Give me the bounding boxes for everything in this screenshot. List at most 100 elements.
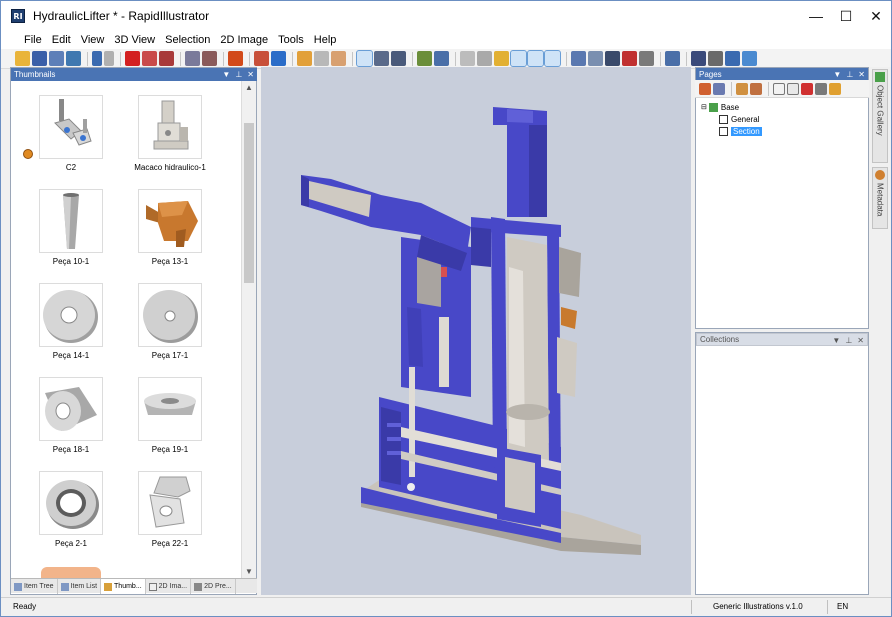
select-arrow-icon[interactable] <box>356 50 373 67</box>
render-icon[interactable] <box>228 51 243 66</box>
cut-icon[interactable] <box>142 51 157 66</box>
dropdown-icon[interactable]: ▼ <box>222 70 230 79</box>
page-icon[interactable] <box>773 82 785 95</box>
metadata-label: Metadata <box>875 183 885 217</box>
remove-icon[interactable] <box>159 51 174 66</box>
camera-icon[interactable] <box>417 51 432 66</box>
3d-viewport[interactable] <box>261 67 691 595</box>
export-icon[interactable] <box>829 82 841 95</box>
video-icon[interactable] <box>691 51 706 66</box>
tree-label: General <box>731 114 760 124</box>
thumbnail-item[interactable]: Peça 13-1 <box>120 189 220 266</box>
lock-icon[interactable] <box>622 51 637 66</box>
add-page-icon[interactable] <box>699 82 711 95</box>
maximize-button[interactable]: ☐ <box>831 1 861 31</box>
tab-item-list[interactable]: Item List <box>58 579 102 594</box>
thumbnail-item[interactable]: Macaco hidraulico-1 <box>120 95 220 172</box>
pin-icon[interactable]: ⊥ <box>846 70 853 79</box>
redo-icon[interactable] <box>104 51 114 66</box>
add-folder-icon[interactable] <box>713 82 725 95</box>
globe-icon[interactable] <box>725 51 740 66</box>
thumbnail-item[interactable]: Peça 22-1 <box>120 471 220 548</box>
tab-metadata[interactable]: Metadata <box>872 167 888 229</box>
paste-icon[interactable] <box>494 51 509 66</box>
print-page-icon[interactable] <box>815 82 827 95</box>
brush-icon[interactable] <box>665 51 680 66</box>
tab-item-tree[interactable]: Item Tree <box>11 579 58 594</box>
components-icon[interactable] <box>254 51 269 66</box>
search-icon[interactable] <box>708 51 723 66</box>
thumbnail-item[interactable]: Peça 19-1 <box>120 377 220 454</box>
menu-2d-image[interactable]: 2D Image <box>215 34 273 46</box>
close-button[interactable]: ✕ <box>861 1 891 31</box>
fit-icon[interactable] <box>639 51 654 66</box>
thumbnail-item[interactable]: Peça 14-1 <box>21 283 121 360</box>
view-icon[interactable] <box>434 51 449 66</box>
tree-item-base[interactable]: ⊟ Base <box>701 101 762 113</box>
section-icon[interactable] <box>510 50 527 67</box>
save-icon[interactable] <box>32 51 47 66</box>
menu-selection[interactable]: Selection <box>160 34 215 46</box>
washer-thumbnail-icon <box>138 283 202 347</box>
align-icon[interactable] <box>605 51 620 66</box>
cube-icon[interactable] <box>742 51 757 66</box>
tree-item-section[interactable]: Section <box>701 125 762 137</box>
select-part-icon[interactable] <box>374 51 389 66</box>
dropdown-icon[interactable]: ▼ <box>833 70 841 79</box>
menu-tools[interactable]: Tools <box>273 34 309 46</box>
menu-edit[interactable]: Edit <box>47 34 76 46</box>
dropdown-icon[interactable]: ▼ <box>832 336 840 345</box>
collapse-icon[interactable] <box>202 51 217 66</box>
thumbnail-item[interactable]: Peça 10-1 <box>21 189 121 266</box>
ellipse-icon[interactable] <box>331 51 346 66</box>
settings-gear-icon[interactable] <box>271 51 286 66</box>
pin-icon[interactable]: ⊥ <box>845 336 852 345</box>
menu-3d-view[interactable]: 3D View <box>109 34 160 46</box>
monitor-icon[interactable] <box>66 51 81 66</box>
delete-icon[interactable] <box>125 51 140 66</box>
app-window: RI HydraulicLifter * - RapidIllustrator … <box>0 0 892 617</box>
copy-page-icon[interactable] <box>787 82 799 95</box>
thumbnail-item[interactable]: Peça 2-1 <box>21 471 121 548</box>
tab-2d-presets[interactable]: 2D Pre... <box>191 579 236 594</box>
copy-icon[interactable] <box>460 51 475 66</box>
menu-file[interactable]: File <box>19 34 47 46</box>
thumbnail-item[interactable]: C2 <box>21 95 121 172</box>
thumbnail-item[interactable]: Peça 18-1 <box>21 377 121 454</box>
scroll-down-icon[interactable]: ▼ <box>245 567 253 576</box>
tab-thumbnails[interactable]: Thumb... <box>101 579 146 594</box>
shape-icon[interactable] <box>297 51 312 66</box>
close-icon[interactable]: ✕ <box>857 336 864 345</box>
undo-icon[interactable] <box>92 51 102 66</box>
circle-icon[interactable] <box>314 51 329 66</box>
select-face-icon[interactable] <box>391 51 406 66</box>
menu-view[interactable]: View <box>76 34 110 46</box>
explode-icon[interactable] <box>185 51 200 66</box>
zoom-icon[interactable] <box>588 51 603 66</box>
collapse-icon[interactable]: ⊟ <box>701 103 707 111</box>
duplicate-icon[interactable] <box>736 82 748 95</box>
washer-thumbnail-icon <box>39 283 103 347</box>
layers-icon[interactable] <box>477 51 492 66</box>
menu-help[interactable]: Help <box>309 34 342 46</box>
delete-page-icon[interactable] <box>801 82 813 95</box>
scroll-up-icon[interactable]: ▲ <box>245 83 253 92</box>
minimize-button[interactable]: — <box>801 1 831 31</box>
refresh-icon[interactable] <box>750 82 762 95</box>
thumbnail-item[interactable]: Peça 17-1 <box>120 283 220 360</box>
close-icon[interactable]: ✕ <box>858 70 865 79</box>
frame-icon[interactable] <box>571 51 586 66</box>
tab-2d-images[interactable]: 2D Ima... <box>146 579 192 594</box>
close-icon[interactable]: ✕ <box>247 70 254 79</box>
thumbnails-scrollbar[interactable]: ▲ ▼ <box>241 81 256 578</box>
highlight-icon[interactable] <box>544 50 561 67</box>
pin-icon[interactable]: ⊥ <box>235 70 242 79</box>
partial-thumbnail <box>41 567 101 578</box>
open-icon[interactable] <box>15 51 30 66</box>
scrollbar-thumb[interactable] <box>244 123 254 283</box>
print-icon[interactable] <box>49 51 64 66</box>
tab-object-gallery[interactable]: Object Gallery <box>872 69 888 163</box>
cut-plane-icon[interactable] <box>527 50 544 67</box>
app-logo-icon: RI <box>11 9 25 23</box>
tree-item-general[interactable]: General <box>701 113 762 125</box>
